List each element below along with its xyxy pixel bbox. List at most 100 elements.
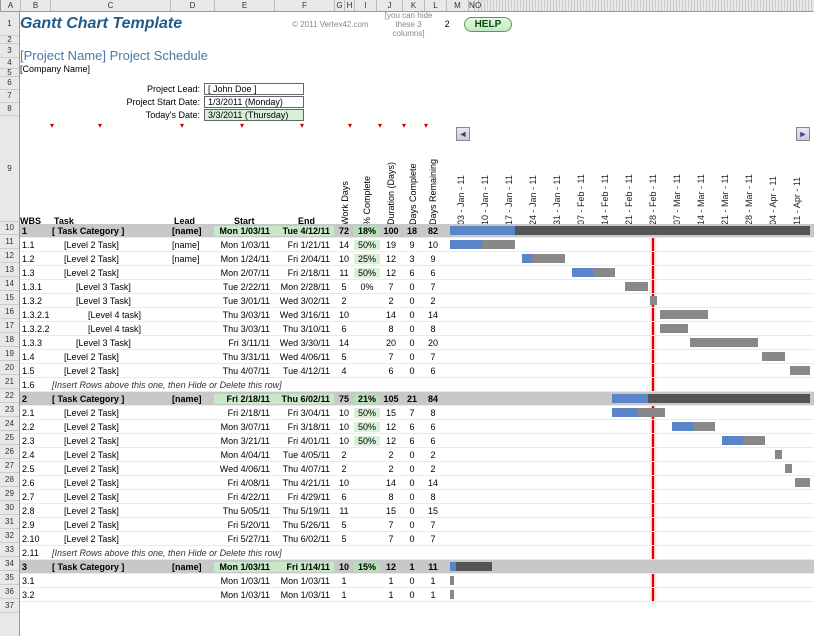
row-25[interactable]: 25: [0, 431, 19, 445]
task-row[interactable]: 2.8 [Level 2 Task] Thu 5/05/11 Thu 5/19/…: [20, 504, 814, 518]
row-12[interactable]: 12: [0, 249, 19, 263]
task-row[interactable]: 1 [ Task Category ] [name] Mon 1/03/11 T…: [20, 224, 814, 238]
gantt-bar: [450, 406, 812, 420]
gantt-bar: [450, 238, 812, 252]
timeline-scroll-right[interactable]: ►: [796, 127, 810, 141]
task-row[interactable]: 2.3 [Level 2 Task] Mon 3/21/11 Fri 4/01/…: [20, 434, 814, 448]
scroll-number[interactable]: 2: [445, 19, 450, 29]
task-row[interactable]: 2.7 [Level 2 Task] Fri 4/22/11 Fri 4/29/…: [20, 490, 814, 504]
row-8[interactable]: 8: [0, 103, 19, 116]
col-J[interactable]: J: [377, 0, 403, 11]
col-C[interactable]: C: [51, 0, 171, 11]
row-36[interactable]: 36: [0, 585, 19, 599]
task-row[interactable]: 1.4 [Level 2 Task] Thu 3/31/11 Wed 4/06/…: [20, 350, 814, 364]
hdr-workdays[interactable]: Work Days: [340, 181, 350, 225]
task-row[interactable]: 1.2 [Level 2 Task] [name] Mon 1/24/11 Fr…: [20, 252, 814, 266]
row-14[interactable]: 14: [0, 277, 19, 291]
gantt-bar: [450, 252, 812, 266]
task-row[interactable]: 2.9 [Level 2 Task] Fri 5/20/11 Thu 5/26/…: [20, 518, 814, 532]
col-F[interactable]: F: [275, 0, 335, 11]
row-19[interactable]: 19: [0, 347, 19, 361]
row-29[interactable]: 29: [0, 487, 19, 501]
row-30[interactable]: 30: [0, 501, 19, 515]
col-K[interactable]: K: [403, 0, 425, 11]
task-row[interactable]: 1.3.1 [Level 3 Task] Tue 2/22/11 Mon 2/2…: [20, 280, 814, 294]
task-row[interactable]: 1.5 [Level 2 Task] Thu 4/07/11 Tue 4/12/…: [20, 364, 814, 378]
row-31[interactable]: 31: [0, 515, 19, 529]
timeline-date: 11 - Apr - 11: [792, 177, 802, 225]
row-18[interactable]: 18: [0, 333, 19, 347]
col-D[interactable]: D: [171, 0, 215, 11]
task-row[interactable]: 2 [ Task Category ] [name] Fri 2/18/11 T…: [20, 392, 814, 406]
task-row[interactable]: 1.1 [Level 2 Task] [name] Mon 1/03/11 Fr…: [20, 238, 814, 252]
task-row[interactable]: 2.5 [Level 2 Task] Wed 4/06/11 Thu 4/07/…: [20, 462, 814, 476]
row-3[interactable]: 3: [0, 44, 19, 58]
task-row[interactable]: 2.4 [Level 2 Task] Mon 4/04/11 Tue 4/05/…: [20, 448, 814, 462]
row-37[interactable]: 37: [0, 599, 19, 613]
task-row[interactable]: 2.2 [Level 2 Task] Mon 3/07/11 Fri 3/18/…: [20, 420, 814, 434]
row-20[interactable]: 20: [0, 361, 19, 375]
gantt-bar: [450, 280, 812, 294]
row-10[interactable]: 10: [0, 222, 19, 235]
col-L[interactable]: L: [425, 0, 447, 11]
task-row[interactable]: 2.10 [Level 2 Task] Fri 5/27/11 Thu 6/02…: [20, 532, 814, 546]
gantt-bar: [450, 350, 812, 364]
col-H[interactable]: H: [345, 0, 355, 11]
task-table: 1 [ Task Category ] [name] Mon 1/03/11 T…: [20, 224, 814, 602]
row-32[interactable]: 32: [0, 529, 19, 543]
project-start-value[interactable]: 1/3/2011 (Monday): [204, 96, 304, 108]
hdr-days-remaining[interactable]: Days Remaining: [428, 159, 438, 225]
row-27[interactable]: 27: [0, 459, 19, 473]
row-13[interactable]: 13: [0, 263, 19, 277]
row-22[interactable]: 22: [0, 389, 19, 403]
task-row[interactable]: 1.6[Insert Rows above this one, then Hid…: [20, 378, 814, 392]
col-M[interactable]: M: [447, 0, 469, 11]
task-row[interactable]: 2.6 [Level 2 Task] Fri 4/08/11 Thu 4/21/…: [20, 476, 814, 490]
task-row[interactable]: 1.3.2.2 [Level 4 task] Thu 3/03/11 Thu 3…: [20, 322, 814, 336]
row-16[interactable]: 16: [0, 305, 19, 319]
row-9[interactable]: 9: [0, 116, 19, 222]
row-5[interactable]: 5: [0, 69, 19, 77]
row-23[interactable]: 23: [0, 403, 19, 417]
today-date-value[interactable]: 3/3/2011 (Thursday): [204, 109, 304, 121]
row-24[interactable]: 24: [0, 417, 19, 431]
row-11[interactable]: 11: [0, 235, 19, 249]
task-row[interactable]: 2.11[Insert Rows above this one, then Hi…: [20, 546, 814, 560]
row-21[interactable]: 21: [0, 375, 19, 389]
today-date-label: Today's Date:: [20, 110, 200, 120]
help-button[interactable]: HELP: [464, 17, 513, 32]
row-28[interactable]: 28: [0, 473, 19, 487]
row-26[interactable]: 26: [0, 445, 19, 459]
hdr-days-complete[interactable]: Days Complete: [408, 163, 418, 225]
project-subtitle: [Project Name] Project Schedule: [20, 48, 814, 63]
task-row[interactable]: 1.3 [Level 2 Task] Mon 2/07/11 Fri 2/18/…: [20, 266, 814, 280]
task-row[interactable]: 3.2 Mon 1/03/11 Mon 1/03/11 1 1 0 1: [20, 588, 814, 602]
row-15[interactable]: 15: [0, 291, 19, 305]
task-row[interactable]: 1.3.2.1 [Level 4 task] Thu 3/03/11 Wed 3…: [20, 308, 814, 322]
col-I[interactable]: I: [355, 0, 377, 11]
row-2[interactable]: 2: [0, 36, 19, 44]
row-17[interactable]: 17: [0, 319, 19, 333]
row-33[interactable]: 33: [0, 543, 19, 557]
hdr-pct[interactable]: % Complete: [362, 176, 372, 225]
row-6[interactable]: 6: [0, 77, 19, 90]
row-34[interactable]: 34: [0, 557, 19, 571]
col-A[interactable]: A: [1, 0, 21, 11]
project-lead-value[interactable]: [ John Doe ]: [204, 83, 304, 95]
timeline-scroll-left[interactable]: ◄: [456, 127, 470, 141]
row-1[interactable]: 1: [0, 12, 19, 36]
gantt-bar: [450, 560, 812, 574]
col-B[interactable]: B: [21, 0, 51, 11]
col-G[interactable]: G: [335, 0, 345, 11]
row-7[interactable]: 7: [0, 90, 19, 103]
hdr-duration[interactable]: Duration (Days): [386, 162, 396, 225]
task-row[interactable]: 2.1 [Level 2 Task] Fri 2/18/11 Fri 3/04/…: [20, 406, 814, 420]
task-row[interactable]: 1.3.2 [Level 3 Task] Tue 3/01/11 Wed 3/0…: [20, 294, 814, 308]
task-row[interactable]: 1.3.3 [Level 3 Task] Fri 3/11/11 Wed 3/3…: [20, 336, 814, 350]
task-row[interactable]: 3.1 Mon 1/03/11 Mon 1/03/11 1 1 0 1: [20, 574, 814, 588]
row-35[interactable]: 35: [0, 571, 19, 585]
gantt-bar: [450, 448, 812, 462]
task-row[interactable]: 3 [ Task Category ] [name] Mon 1/03/11 F…: [20, 560, 814, 574]
gantt-bar: [450, 574, 812, 588]
col-E[interactable]: E: [215, 0, 275, 11]
